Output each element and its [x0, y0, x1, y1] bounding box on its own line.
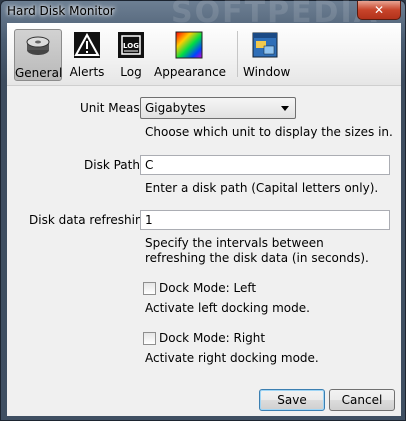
disk-path-hint: Enter a disk path (Capital letters only)… [145, 181, 379, 195]
warning-icon [74, 32, 100, 58]
toolbar-separator [237, 31, 238, 77]
refresh-label: Disk data refreshing: [29, 213, 155, 227]
app-window: SOFTPEDIA Hard Disk Monitor ✕ General Al… [0, 0, 406, 421]
dock-left-hint: Activate left docking mode. [145, 301, 310, 315]
tab-general-label: General [15, 66, 63, 80]
tab-appearance-label: Appearance [154, 65, 227, 79]
unit-measure-value: Gigabytes [145, 101, 206, 115]
refresh-hint: Specify the intervals between refreshing… [145, 236, 369, 265]
general-settings-panel: Unit Measure Gigabytes Choose which unit… [7, 86, 401, 416]
log-icon: LOG [118, 32, 144, 58]
dock-right-checkbox[interactable] [143, 332, 156, 345]
close-button[interactable]: ✕ [357, 1, 401, 20]
chevron-down-icon [281, 106, 289, 111]
disk-path-label: Disk Path: [84, 158, 144, 172]
dock-left-label[interactable]: Dock Mode: Left [159, 281, 256, 295]
tab-general[interactable]: General [14, 29, 62, 81]
dock-right-hint: Activate right docking mode. [145, 351, 319, 365]
palette-icon [175, 31, 203, 59]
tab-appearance[interactable]: Appearance [154, 29, 227, 81]
title-bar[interactable]: SOFTPEDIA Hard Disk Monitor ✕ [1, 0, 405, 30]
cancel-button[interactable]: Cancel [329, 389, 395, 411]
tab-alerts-label: Alerts [69, 65, 105, 79]
toolbar: General Alerts LOG Log Appearance Window [7, 23, 401, 86]
disk-path-input[interactable]: C [140, 155, 390, 175]
save-button[interactable]: Save [259, 389, 325, 411]
tab-log[interactable]: LOG Log [111, 29, 151, 81]
refresh-interval-input[interactable]: 1 [140, 210, 390, 230]
svg-text:LOG: LOG [123, 42, 139, 50]
dock-left-checkbox[interactable] [143, 282, 156, 295]
unit-measure-dropdown[interactable]: Gigabytes [140, 97, 296, 119]
tab-log-label: Log [120, 65, 142, 79]
disk-icon [26, 36, 50, 55]
window-title: Hard Disk Monitor [7, 4, 115, 18]
tab-alerts[interactable]: Alerts [65, 29, 109, 81]
unit-measure-hint: Choose which unit to display the sizes i… [145, 125, 393, 139]
dock-right-label[interactable]: Dock Mode: Right [159, 331, 265, 345]
tab-window-label: Window [243, 65, 291, 79]
window-icon [252, 32, 278, 58]
tab-window[interactable]: Window [243, 29, 291, 81]
